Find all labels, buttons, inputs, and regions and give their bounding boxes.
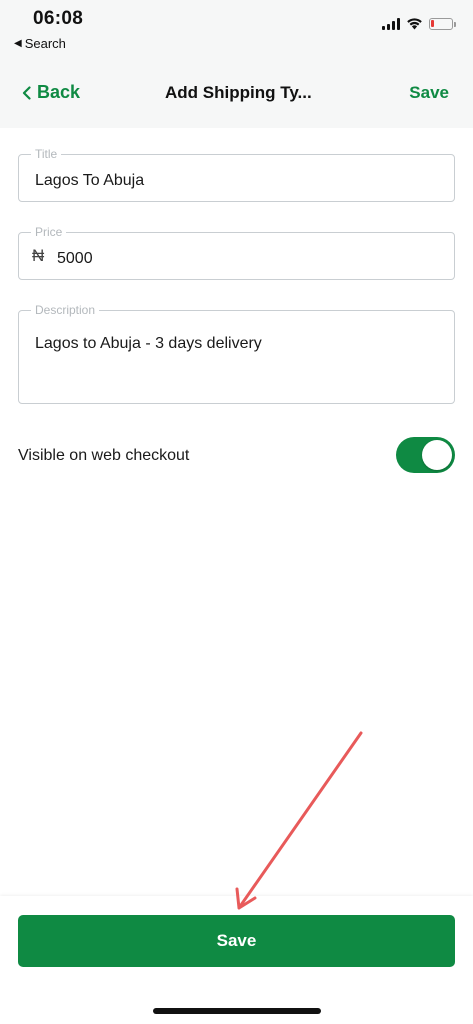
back-button[interactable]: Back bbox=[22, 82, 80, 103]
title-field[interactable]: Title Lagos To Abuja bbox=[18, 147, 455, 202]
cellular-signal-icon bbox=[382, 17, 400, 30]
status-icons bbox=[382, 17, 456, 30]
visible-on-web-checkout-toggle[interactable] bbox=[396, 437, 455, 473]
price-field[interactable]: Price ₦ 5000 bbox=[18, 225, 455, 280]
battery-level bbox=[431, 19, 434, 27]
header-area: 06:08 ◀ Search Back Add Shipping Ty... S… bbox=[0, 0, 473, 128]
back-label: Back bbox=[37, 82, 81, 102]
wifi-icon bbox=[407, 18, 422, 30]
app-screen: 06:08 ◀ Search Back Add Shipping Ty... S… bbox=[0, 0, 473, 1024]
triangle-left-icon: ◀ bbox=[14, 38, 22, 49]
save-button[interactable]: Save bbox=[18, 915, 455, 967]
status-back-label: Search bbox=[24, 36, 66, 51]
price-field-label: Price bbox=[31, 225, 67, 239]
description-field-label: Description bbox=[31, 303, 100, 317]
home-indicator bbox=[153, 1008, 321, 1014]
status-back-to-app[interactable]: ◀ Search bbox=[14, 36, 66, 51]
description-field[interactable]: Description Lagos to Abuja - 3 days deli… bbox=[18, 303, 455, 404]
toggle-knob bbox=[422, 440, 452, 470]
description-field-value: Lagos to Abuja - 3 days delivery bbox=[35, 335, 262, 352]
title-field-label: Title bbox=[31, 147, 62, 161]
chevron-left-icon bbox=[22, 85, 31, 100]
battery-icon bbox=[429, 17, 456, 30]
price-field-value: 5000 bbox=[57, 250, 93, 267]
title-field-value: Lagos To Abuja bbox=[35, 172, 145, 189]
header-save-button[interactable]: Save bbox=[409, 83, 449, 103]
status-time: 06:08 bbox=[33, 8, 84, 29]
naira-currency-icon: ₦ bbox=[32, 246, 45, 265]
page-title: Add Shipping Ty... bbox=[165, 83, 312, 102]
visible-toggle-label: Visible on web checkout bbox=[18, 447, 190, 464]
